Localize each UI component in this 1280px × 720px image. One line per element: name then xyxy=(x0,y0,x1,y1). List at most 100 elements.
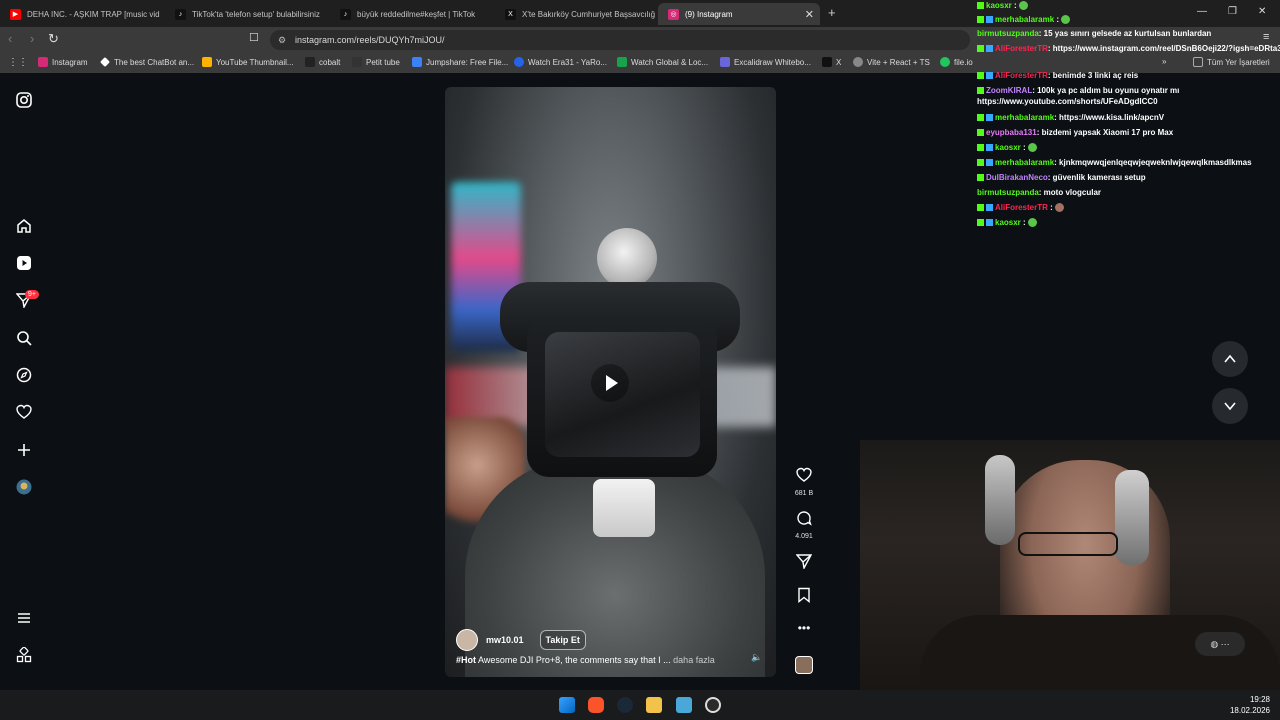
chat-username[interactable]: merhabalaramk xyxy=(995,15,1054,24)
bookmark-youtube-thumbnail[interactable]: YouTube Thumbnail... xyxy=(202,57,294,67)
chat-message: merhabalaramk : xyxy=(977,14,1071,25)
back-icon[interactable]: ‹ xyxy=(8,31,12,46)
chat-username[interactable]: birmutsuzpanda xyxy=(977,188,1039,197)
system-clock[interactable]: 19:28 18.02.2026 xyxy=(1230,694,1270,716)
tab-tiktok-1[interactable]: ♪ TikTok'ta 'telefon setup' bulabilirsin… xyxy=(165,3,325,25)
windows-taskbar: 19:28 18.02.2026 xyxy=(0,690,1280,720)
search-icon[interactable] xyxy=(15,330,33,348)
minimize-icon[interactable]: — xyxy=(1197,6,1207,17)
home-icon[interactable] xyxy=(15,218,33,236)
bookmark-watch-global[interactable]: Watch Global & Loc... xyxy=(617,57,708,67)
bookmark-icon[interactable] xyxy=(793,587,815,608)
follow-button[interactable]: Takip Et xyxy=(539,630,586,650)
volume-icon[interactable]: 🔈 xyxy=(751,652,762,663)
caption-more-link[interactable]: daha fazla xyxy=(671,655,715,665)
more-options-icon[interactable]: ••• xyxy=(793,621,815,635)
bookmark-chatbot[interactable]: The best ChatBot an... xyxy=(100,57,194,67)
windows-start-icon[interactable] xyxy=(559,697,575,713)
chat-username[interactable]: AliForesterTR xyxy=(995,44,1048,53)
brave-browser-icon[interactable] xyxy=(588,697,604,713)
tab-title: DEHA INC. - AŞKIM TRAP [music vid xyxy=(27,9,160,19)
tab-instagram[interactable]: ◎ (9) Instagram ✕ xyxy=(658,3,820,25)
save-action[interactable] xyxy=(793,587,815,608)
close-window-icon[interactable]: ✕ xyxy=(1258,6,1266,17)
play-button[interactable] xyxy=(591,364,629,402)
heart-icon[interactable] xyxy=(793,467,815,488)
author-username[interactable]: mw10.01 xyxy=(486,635,524,645)
headset-left xyxy=(985,455,1015,545)
chat-username[interactable]: ZoomKIRAL xyxy=(986,86,1032,95)
instagram-icon: ◎ xyxy=(668,8,679,20)
all-bookmarks[interactable]: Tüm Yer İşaretleri xyxy=(1193,57,1270,67)
previous-reel-button[interactable] xyxy=(1212,341,1248,377)
comment-action[interactable]: 4.091 xyxy=(793,510,815,540)
bookmark-label: Tüm Yer İşaretleri xyxy=(1207,57,1270,67)
instagram-logo-icon[interactable] xyxy=(15,92,33,110)
bookmark-instagram[interactable]: Instagram xyxy=(38,57,88,67)
tab-youtube[interactable]: ▶ DEHA INC. - AŞKIM TRAP [music vid xyxy=(0,3,160,25)
bookmark-era31[interactable]: Watch Era31 - YaRo... xyxy=(514,57,607,67)
bookmark-vite[interactable]: Vite + React + TS xyxy=(853,57,930,67)
notifications-heart-icon[interactable] xyxy=(15,404,33,422)
obs-icon[interactable] xyxy=(705,697,721,713)
create-icon[interactable] xyxy=(15,442,33,460)
sub-badge-icon xyxy=(977,129,984,137)
mini-controls[interactable]: ◍ ⋯ xyxy=(1195,632,1245,656)
chat-username[interactable]: merhabalaramk xyxy=(995,158,1054,167)
steam-icon[interactable] xyxy=(617,697,633,713)
sub-badge-icon xyxy=(977,114,984,122)
site-info-icon[interactable]: ⚙ xyxy=(278,30,286,50)
file-explorer-icon[interactable] xyxy=(646,697,662,713)
audio-thumbnail[interactable] xyxy=(793,656,815,674)
chat-username[interactable]: birmutsuzpanda xyxy=(977,29,1039,38)
bookmark-page-icon[interactable]: ☐ xyxy=(249,31,259,44)
chat-username[interactable]: kaosxr xyxy=(995,218,1021,227)
more-menu-icon[interactable] xyxy=(15,610,33,628)
instagram-sidebar: 9+ xyxy=(0,73,48,690)
bookmark-jumpshare[interactable]: Jumpshare: Free File... xyxy=(412,57,508,67)
emote-icon xyxy=(1027,218,1037,228)
explore-icon[interactable] xyxy=(15,367,33,385)
bookmark-file-io[interactable]: file.io xyxy=(940,57,973,67)
reel-video[interactable]: mw10.01 Takip Et #Hot Awesome DJI Pro+8,… xyxy=(445,87,776,677)
like-action[interactable]: 681 B xyxy=(793,467,815,497)
chat-message: kaosxr : xyxy=(977,142,1037,153)
bookmark-excalidraw[interactable]: Excalidraw Whitebo... xyxy=(720,57,811,67)
chat-username[interactable]: eyupbaba131 xyxy=(986,128,1037,137)
bookmark-x[interactable]: X xyxy=(822,57,841,67)
chat-username[interactable]: DulBirakanNeco xyxy=(986,173,1048,182)
chat-username[interactable]: AliForesterTR xyxy=(995,203,1048,212)
close-tab-icon[interactable]: ✕ xyxy=(805,8,814,21)
chat-username[interactable]: kaosxr xyxy=(995,143,1021,152)
apps-icon[interactable]: ⋮⋮ xyxy=(8,57,28,68)
photos-icon[interactable] xyxy=(676,697,692,713)
more-bookmarks-icon[interactable]: » xyxy=(1162,57,1166,66)
bookmark-cobalt[interactable]: cobalt xyxy=(305,57,340,67)
new-tab-button[interactable]: + xyxy=(828,5,836,20)
maximize-icon[interactable]: ❐ xyxy=(1228,6,1237,17)
emote-icon xyxy=(1027,143,1037,153)
author-avatar[interactable] xyxy=(456,629,478,651)
caption-hashtag[interactable]: #Hot xyxy=(456,655,476,665)
emote-icon xyxy=(1018,1,1028,11)
reload-icon[interactable]: ↻ xyxy=(48,31,59,47)
tab-x[interactable]: X X'te Bakırköy Cumhuriyet Başsavcılığı xyxy=(495,3,655,25)
share-action[interactable] xyxy=(793,553,815,574)
menu-icon[interactable]: ≡ xyxy=(1263,31,1269,43)
chat-username[interactable]: AliForesterTR xyxy=(995,71,1048,80)
verified-badge-icon xyxy=(986,159,993,167)
share-icon[interactable] xyxy=(793,553,815,574)
comment-icon[interactable] xyxy=(793,510,815,531)
address-bar[interactable]: ⚙ instagram.com/reels/DUQYh7miJOU/ xyxy=(270,30,970,50)
bookmark-petit-tube[interactable]: Petit tube xyxy=(352,57,400,67)
profile-avatar[interactable] xyxy=(15,479,33,497)
bookmark-label: cobalt xyxy=(319,57,341,67)
chat-username[interactable]: kaosxr xyxy=(986,1,1012,10)
jumpshare-icon xyxy=(412,57,422,67)
tab-tiktok-2[interactable]: ♪ büyük reddedilme#keşfet | TikTok xyxy=(330,3,490,25)
reels-icon[interactable] xyxy=(15,255,33,273)
also-from-meta-icon[interactable] xyxy=(15,646,33,665)
forward-icon[interactable]: › xyxy=(30,31,34,46)
chat-username[interactable]: merhabalaramk xyxy=(995,113,1054,122)
next-reel-button[interactable] xyxy=(1212,388,1248,424)
